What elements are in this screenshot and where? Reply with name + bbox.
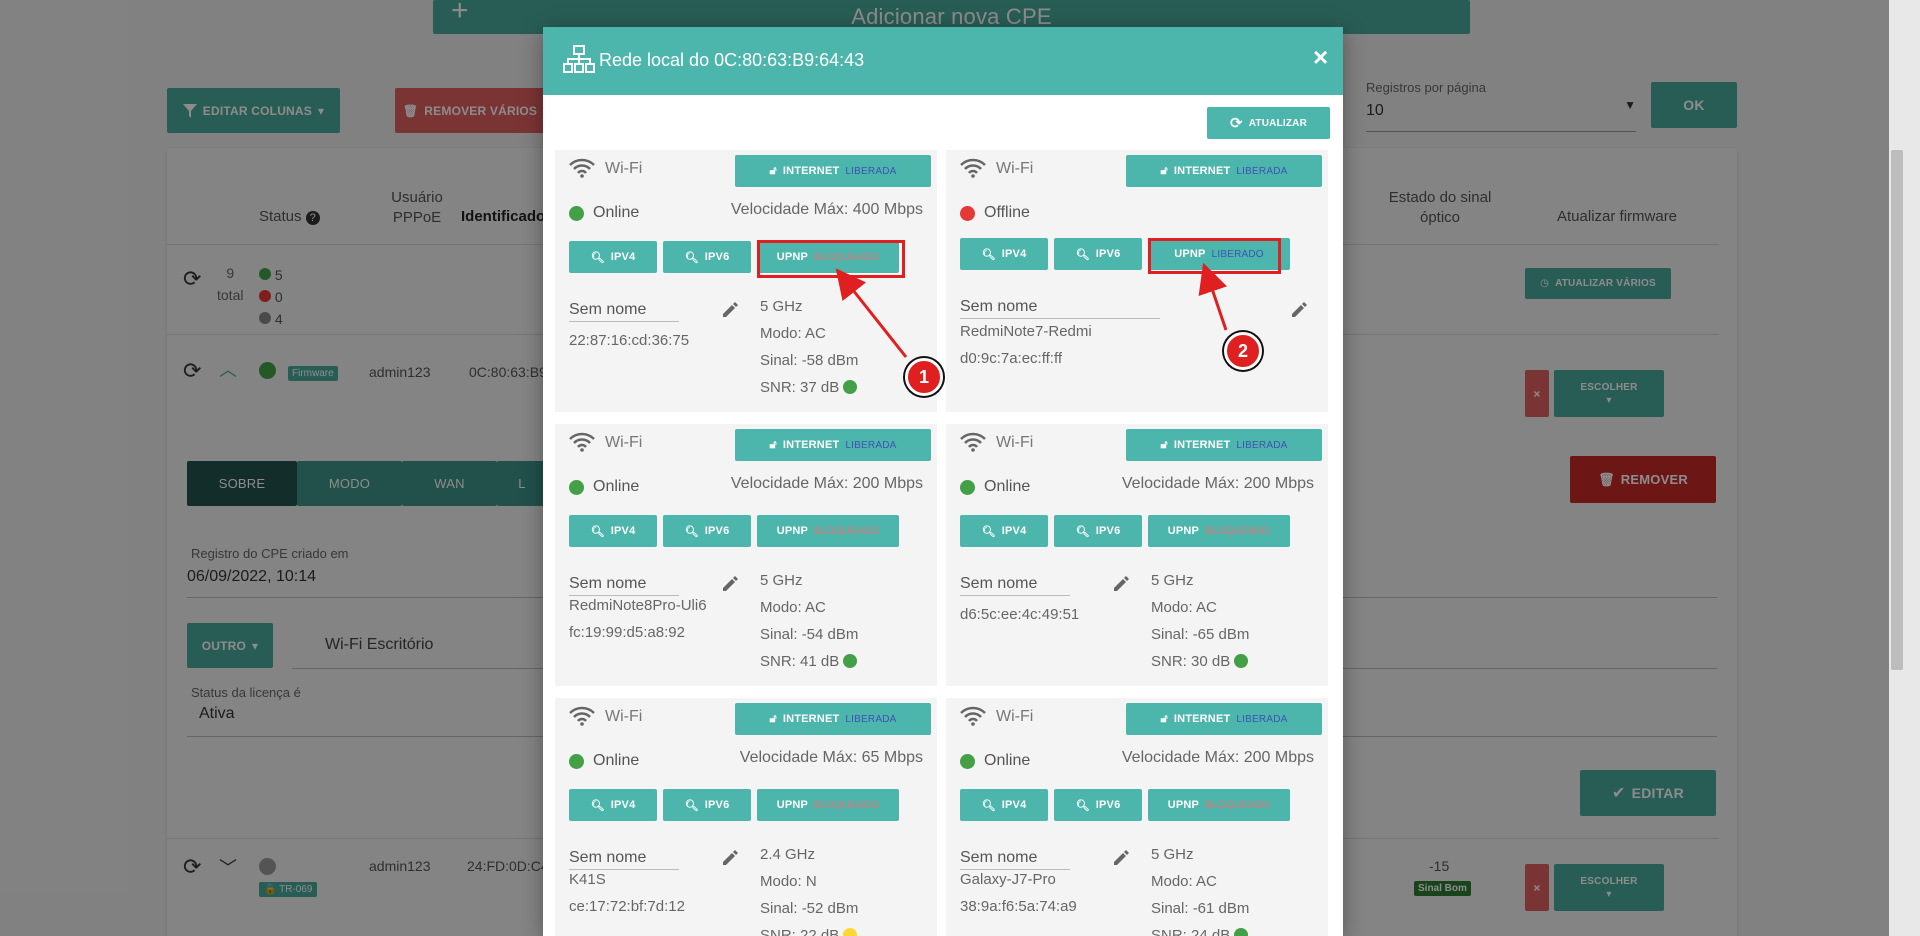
annotation-marker-1: 1 xyxy=(905,358,943,396)
annotation-marker-2: 2 xyxy=(1224,332,1262,370)
lan-modal: Rede local do 0C:80:63:B9:64:43 × ⟳ ATUAL… xyxy=(543,27,1343,936)
annotation-arrows xyxy=(835,262,1228,358)
page-scrollbar-thumb[interactable] xyxy=(1891,150,1903,670)
